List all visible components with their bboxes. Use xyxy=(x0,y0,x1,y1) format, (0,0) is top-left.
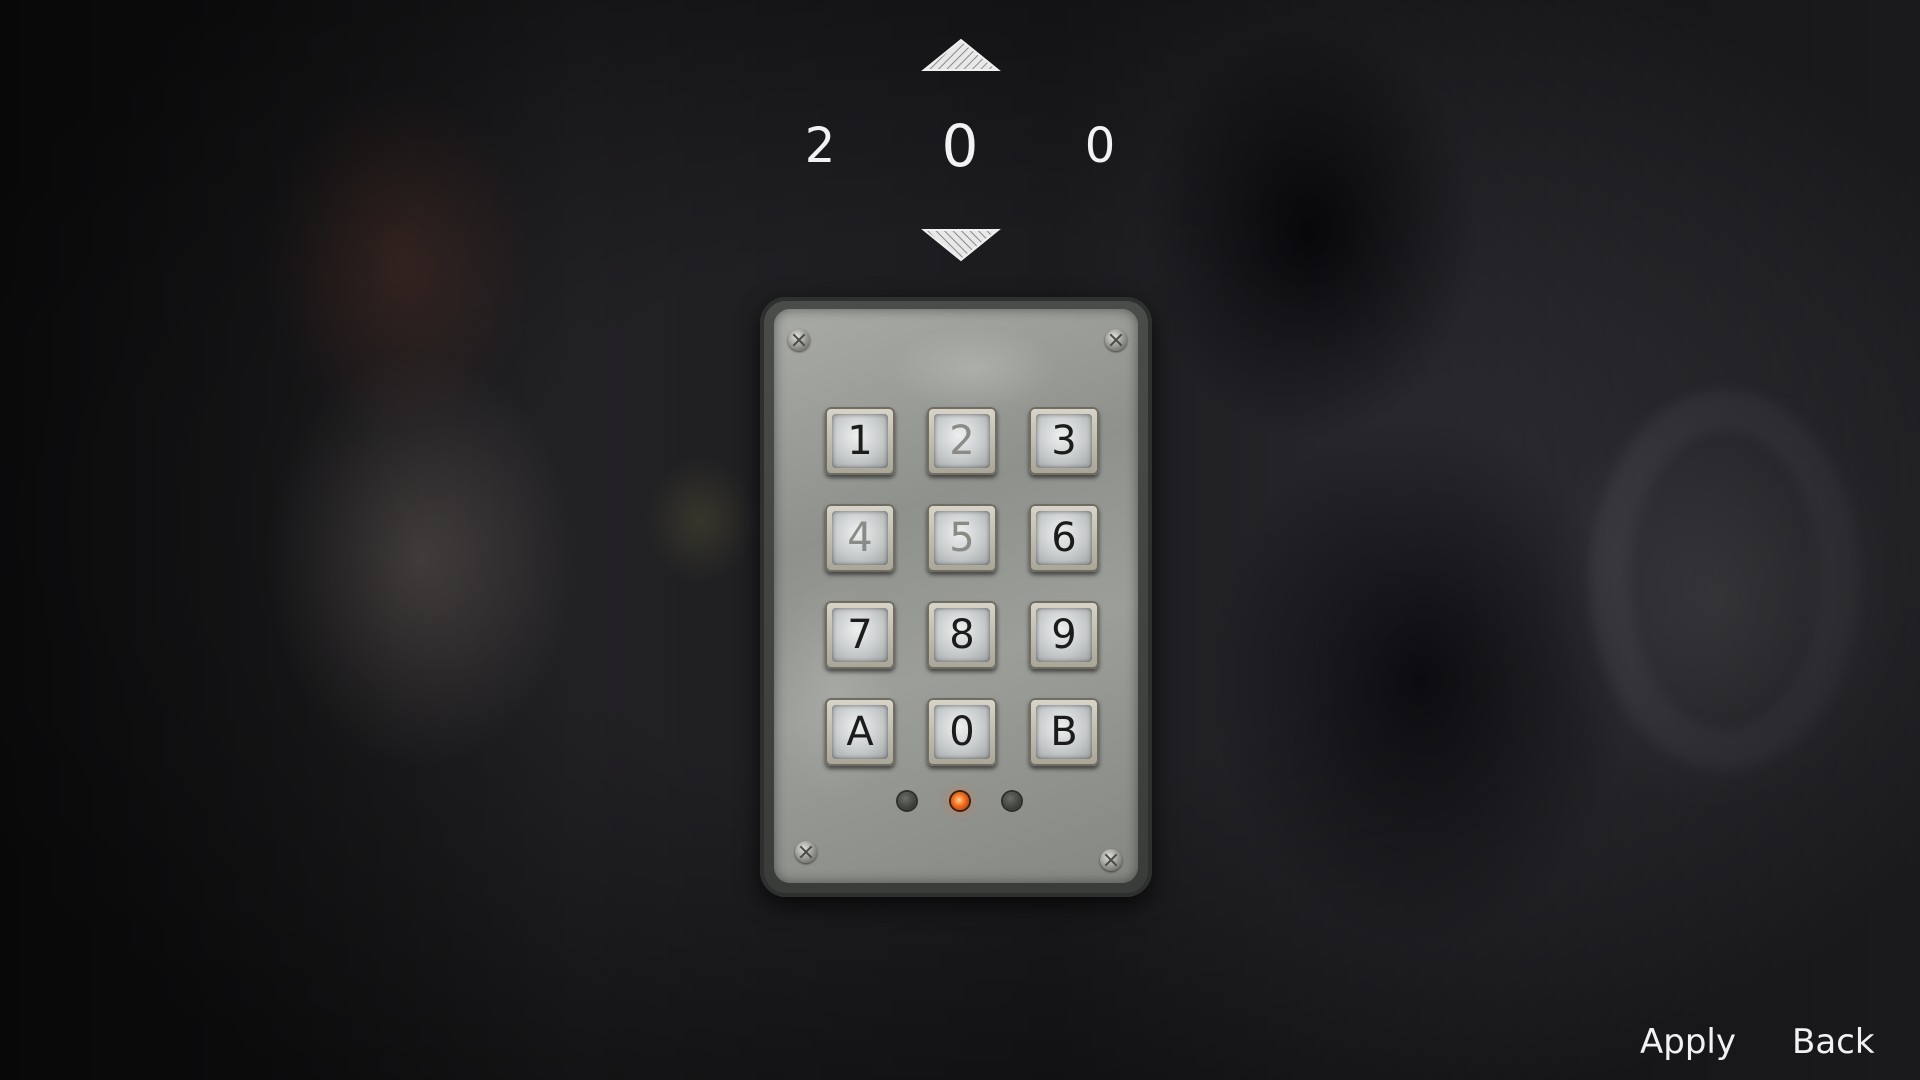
keypad-key-6[interactable]: 6 xyxy=(1029,504,1099,572)
triangle-down-icon xyxy=(921,229,1001,262)
keypad-key-3[interactable]: 3 xyxy=(1029,407,1099,475)
digit-decrease-button[interactable] xyxy=(920,224,1002,264)
indicator-light-off xyxy=(1003,792,1021,810)
digit-increase-button[interactable] xyxy=(920,36,1002,76)
keypad-key-8[interactable]: 8 xyxy=(927,601,997,669)
key-label: 3 xyxy=(1036,414,1092,468)
screw-icon xyxy=(795,841,817,863)
screw-icon xyxy=(1105,329,1127,351)
key-label: 6 xyxy=(1036,511,1092,565)
keypad-key-a[interactable]: A xyxy=(825,698,895,766)
keypad-key-9[interactable]: 9 xyxy=(1029,601,1099,669)
code-digit-3[interactable]: 0 xyxy=(1060,118,1140,188)
code-digit-1[interactable]: 2 xyxy=(780,118,860,188)
key-label: 9 xyxy=(1036,608,1092,662)
keypad-panel: 1 2 3 4 5 6 7 8 9 A 0 B xyxy=(760,297,1152,897)
screw-icon xyxy=(1100,849,1122,871)
indicator-light-off xyxy=(898,792,916,810)
back-button[interactable]: Back xyxy=(1792,1022,1875,1062)
keypad-key-1[interactable]: 1 xyxy=(825,407,895,475)
key-label: 5 xyxy=(934,511,990,565)
code-digit-2-selected[interactable]: 0 xyxy=(920,112,1000,182)
key-label: 7 xyxy=(832,608,888,662)
game-screen: 2 0 0 1 2 3 4 5 6 7 8 9 A 0 B Apply Back xyxy=(0,0,1920,1080)
triangle-up-icon xyxy=(921,38,1001,71)
keypad-key-5[interactable]: 5 xyxy=(927,504,997,572)
apply-button[interactable]: Apply xyxy=(1640,1022,1736,1062)
indicator-light-on xyxy=(951,792,969,810)
key-label: A xyxy=(832,705,888,759)
keypad-key-2[interactable]: 2 xyxy=(927,407,997,475)
key-label: B xyxy=(1036,705,1092,759)
key-label: 4 xyxy=(832,511,888,565)
keypad-key-b[interactable]: B xyxy=(1029,698,1099,766)
keypad-key-0[interactable]: 0 xyxy=(927,698,997,766)
screw-icon xyxy=(788,329,810,351)
key-label: 1 xyxy=(832,414,888,468)
key-label: 8 xyxy=(934,608,990,662)
key-label: 2 xyxy=(934,414,990,468)
keypad-key-7[interactable]: 7 xyxy=(825,601,895,669)
keypad-key-4[interactable]: 4 xyxy=(825,504,895,572)
key-label: 0 xyxy=(934,705,990,759)
